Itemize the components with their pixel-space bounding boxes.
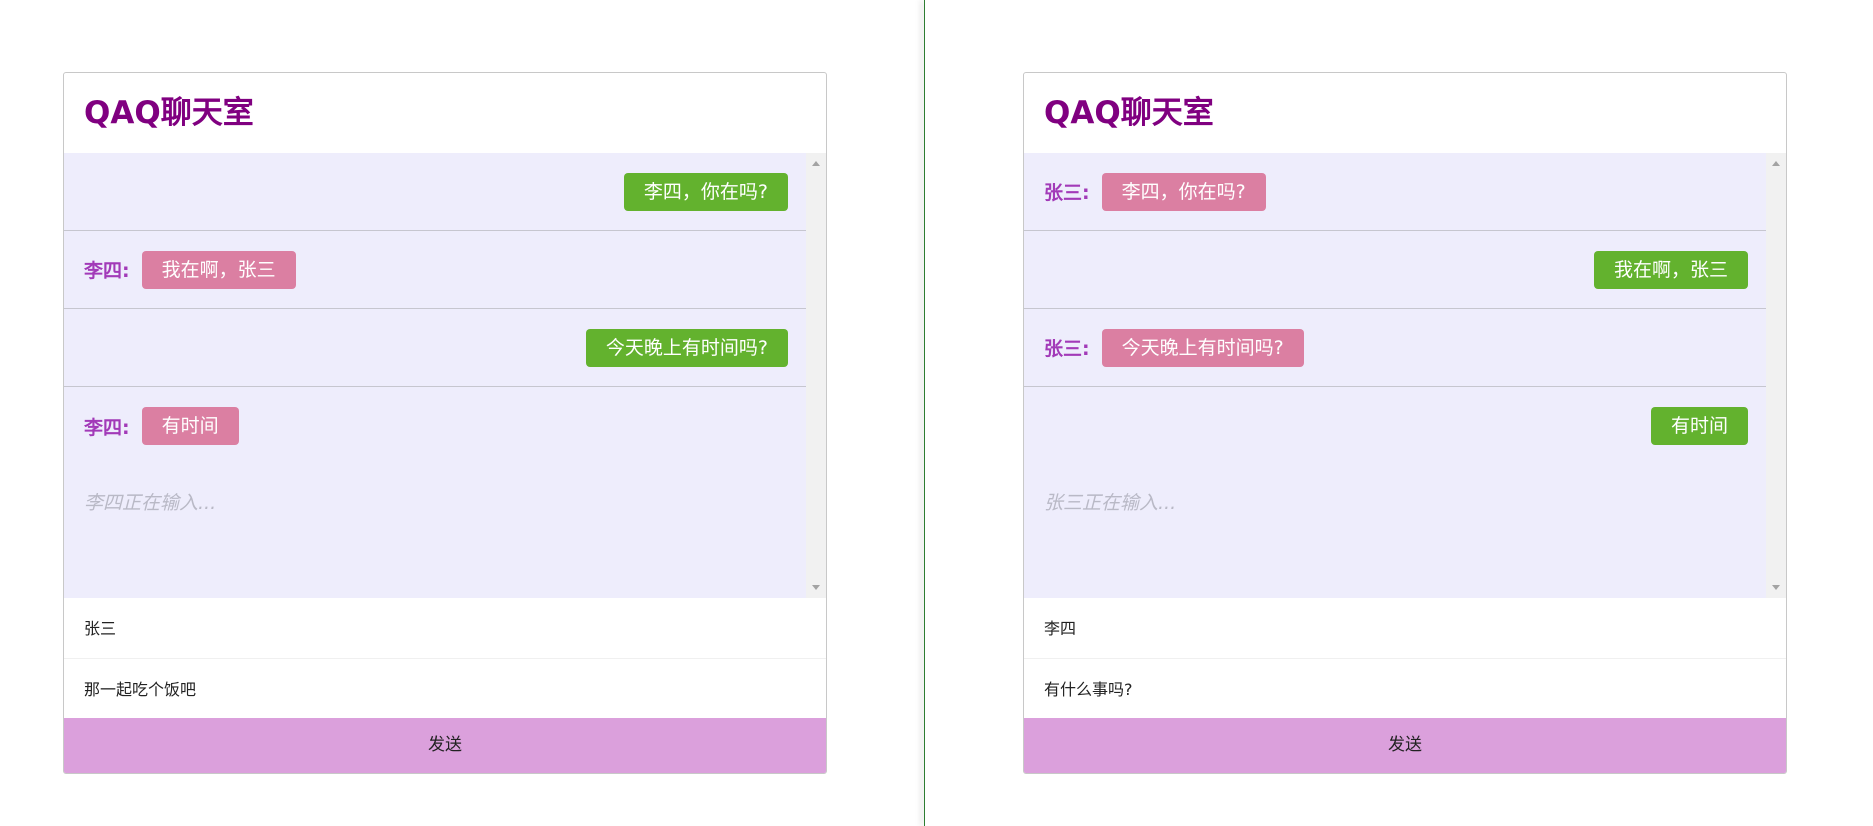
message-input[interactable]: 有什么事吗? <box>1024 659 1786 720</box>
message-row: 我在啊，张三 <box>1024 231 1768 309</box>
left-browser-pane: QAQ聊天室 李四，你在吗? 李四: 我在啊，张三 今天晚上有时间吗? 李四: … <box>0 0 924 826</box>
message-row: 张三: 李四，你在吗? <box>1024 153 1768 231</box>
chatroom-title: QAQ聊天室 <box>1044 95 1214 131</box>
scroll-down-icon[interactable] <box>812 585 820 590</box>
message-bubble-other: 李四，你在吗? <box>1101 172 1266 211</box>
message-bubble-own: 有时间 <box>1650 407 1748 445</box>
message-input[interactable]: 那一起吃个饭吧 <box>64 659 826 720</box>
message-row: 张三: 今天晚上有时间吗? <box>1024 309 1768 387</box>
right-browser-pane: QAQ聊天室 张三: 李四，你在吗? 我在啊，张三 张三: 今天晚上有时间吗? … <box>925 0 1873 826</box>
message-bubble-other: 今天晚上有时间吗? <box>1101 328 1304 367</box>
send-button[interactable]: 发送 <box>1024 718 1786 773</box>
typing-indicator: 李四正在输入... <box>84 492 217 514</box>
message-bubble-own: 李四，你在吗? <box>623 172 788 211</box>
message-sender: 张三: <box>1044 338 1090 360</box>
username-input[interactable]: 张三 <box>64 598 826 659</box>
message-row: 李四，你在吗? <box>64 153 808 231</box>
message-bubble-own: 我在啊，张三 <box>1593 250 1748 289</box>
message-scrollbar[interactable] <box>1766 153 1786 598</box>
scroll-up-icon[interactable] <box>812 161 820 166</box>
message-row: 李四: 有时间 <box>64 387 808 465</box>
scroll-up-icon[interactable] <box>1772 161 1780 166</box>
chatroom-title: QAQ聊天室 <box>84 95 254 131</box>
typing-indicator: 张三正在输入... <box>1044 492 1177 514</box>
chatroom-panel: QAQ聊天室 李四，你在吗? 李四: 我在啊，张三 今天晚上有时间吗? 李四: … <box>63 72 827 774</box>
message-row: 有时间 <box>1024 387 1768 465</box>
message-list: 张三: 李四，你在吗? 我在啊，张三 张三: 今天晚上有时间吗? 有时间 张三正… <box>1024 153 1768 598</box>
message-area[interactable]: 张三: 李四，你在吗? 我在啊，张三 张三: 今天晚上有时间吗? 有时间 张三正… <box>1024 153 1786 598</box>
message-row: 今天晚上有时间吗? <box>64 309 808 387</box>
chatroom-panel: QAQ聊天室 张三: 李四，你在吗? 我在啊，张三 张三: 今天晚上有时间吗? … <box>1023 72 1787 774</box>
message-list: 李四，你在吗? 李四: 我在啊，张三 今天晚上有时间吗? 李四: 有时间 李四正… <box>64 153 808 598</box>
send-button[interactable]: 发送 <box>64 718 826 773</box>
scroll-down-icon[interactable] <box>1772 585 1780 590</box>
message-bubble-own: 今天晚上有时间吗? <box>585 328 788 367</box>
username-input[interactable]: 李四 <box>1024 598 1786 659</box>
message-row: 李四: 我在啊，张三 <box>64 231 808 309</box>
message-sender: 李四: <box>84 416 130 439</box>
message-scrollbar[interactable] <box>806 153 826 598</box>
message-bubble-other: 有时间 <box>141 407 239 445</box>
message-bubble-other: 我在啊，张三 <box>141 250 296 289</box>
message-sender: 张三: <box>1044 182 1090 204</box>
message-sender: 李四: <box>84 260 130 282</box>
message-area[interactable]: 李四，你在吗? 李四: 我在啊，张三 今天晚上有时间吗? 李四: 有时间 李四正… <box>64 153 826 598</box>
